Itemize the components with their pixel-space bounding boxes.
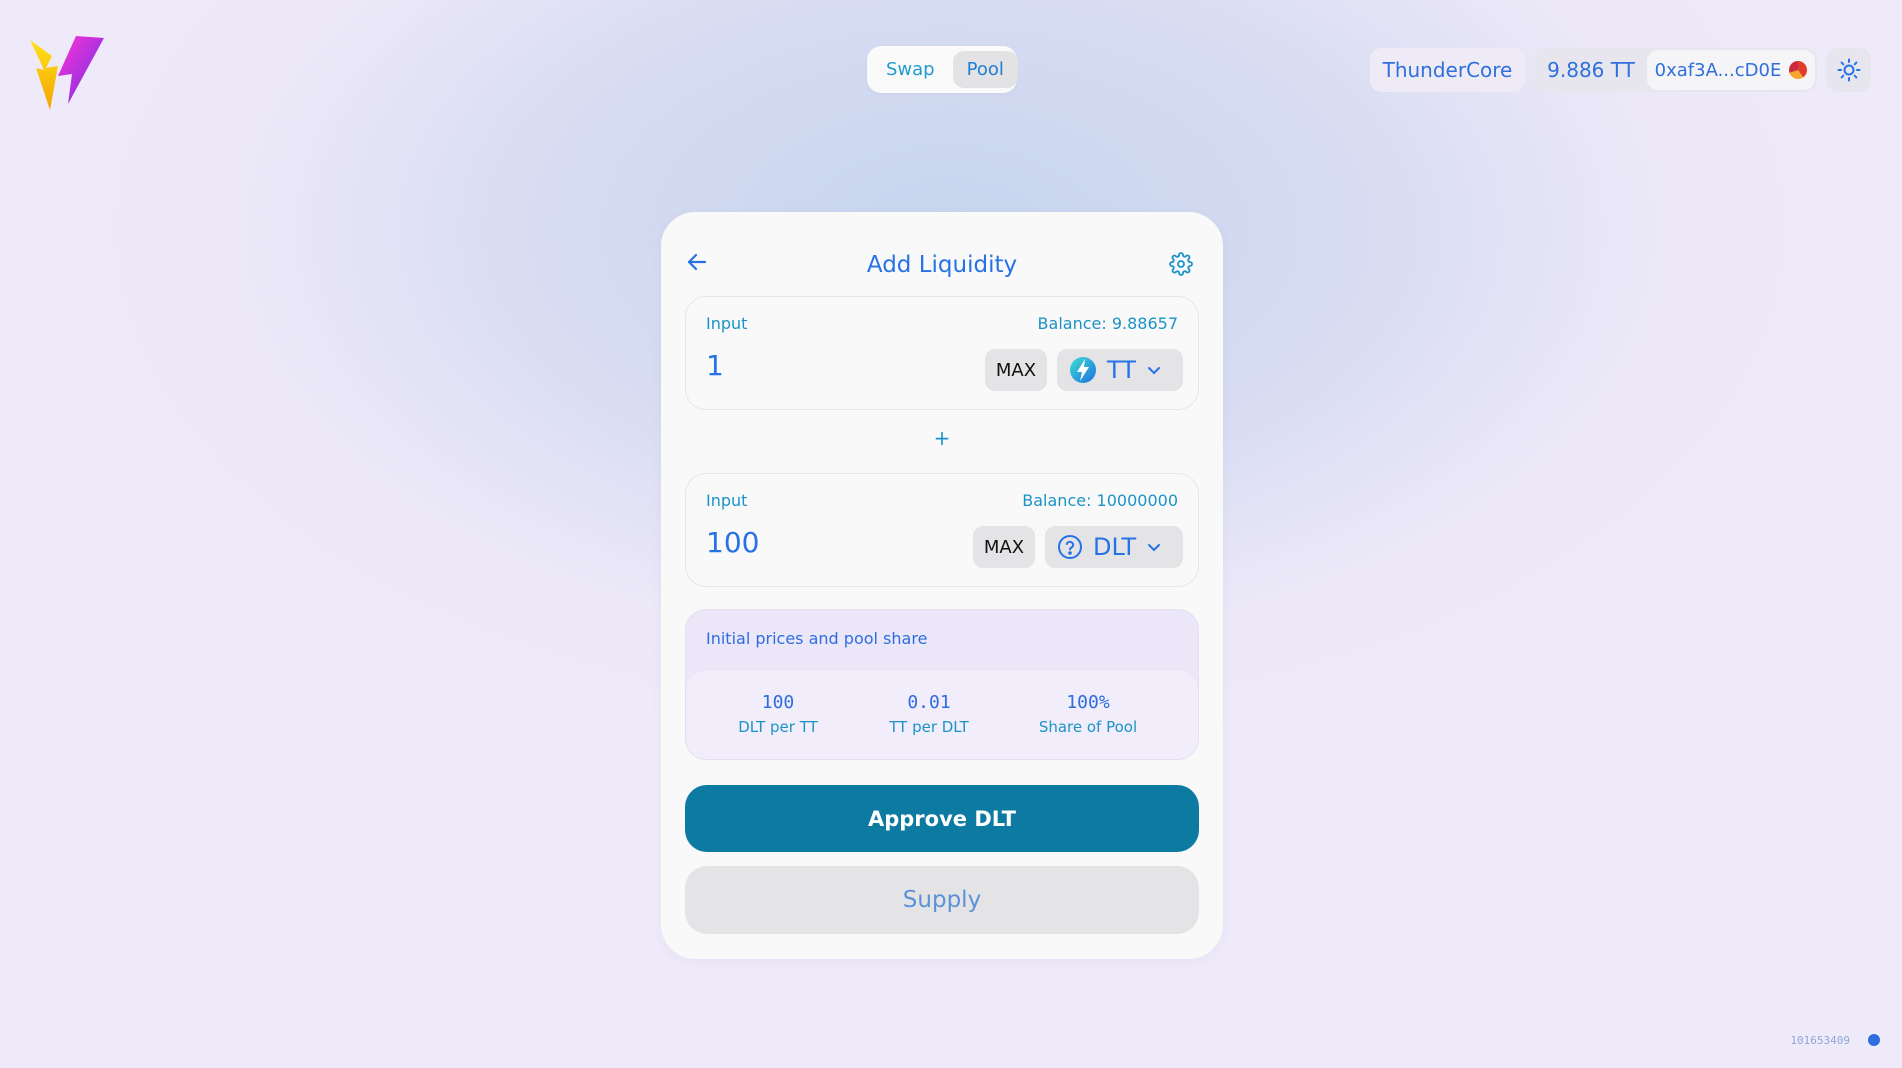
price-value: 100 [761, 692, 795, 713]
approve-button[interactable]: Approve DLT [685, 785, 1199, 852]
sun-icon [1837, 58, 1860, 82]
input-panel-a: Input Balance: 9.88657 MAX TT [685, 296, 1199, 410]
thundercore-icon [1070, 357, 1096, 383]
max-button[interactable]: MAX [985, 349, 1047, 391]
settings-button[interactable] [1169, 252, 1193, 280]
wallet-address: 0xaf3A...cD0E [1654, 59, 1782, 81]
wallet-address-button[interactable]: 0xaf3A...cD0E [1647, 50, 1815, 90]
lightning-logo-icon [30, 36, 104, 110]
price-label: Share of Pool [1038, 718, 1138, 736]
token-symbol: DLT [1093, 533, 1137, 561]
token-symbol: TT [1107, 356, 1136, 384]
token-select-dlt[interactable]: DLT [1045, 526, 1183, 568]
chevron-down-icon [1147, 367, 1160, 375]
gear-icon [1169, 252, 1193, 276]
chevron-down-icon [1148, 544, 1161, 552]
input-panel-b: Input Balance: 10000000 MAX DLT [685, 473, 1199, 587]
account-widget[interactable]: 9.886 TT 0xaf3A...cD0E [1535, 48, 1817, 92]
price-item: 100 DLT per TT [698, 692, 858, 736]
question-circle-icon [1058, 535, 1082, 559]
price-value: 100% [1066, 692, 1110, 713]
plus-separator: + [933, 426, 951, 450]
price-label: TT per DLT [889, 718, 969, 736]
price-item: 100% Share of Pool [1008, 692, 1168, 736]
tab-swap[interactable]: Swap [872, 51, 949, 88]
prices-values: 100 DLT per TT 0.01 TT per DLT 100% Shar… [686, 669, 1198, 759]
balance-label: Balance: 9.88657 [1037, 314, 1178, 333]
nav-tabs: Swap Pool [867, 46, 1018, 93]
card-header: Add Liquidity [661, 240, 1223, 290]
pool-share-panel: Initial prices and pool share 100 DLT pe… [685, 609, 1199, 760]
price-value: 0.01 [907, 692, 951, 713]
price-label: DLT per TT [738, 718, 818, 736]
theme-toggle-button[interactable] [1826, 48, 1871, 92]
app-logo[interactable] [28, 34, 108, 112]
block-number: 101653409 [1790, 1034, 1850, 1047]
avatar [1789, 61, 1808, 79]
amount-input-b[interactable] [706, 526, 956, 559]
balance-label: Balance: 10000000 [1022, 491, 1178, 510]
prices-title: Initial prices and pool share [706, 629, 928, 648]
price-item: 0.01 TT per DLT [849, 692, 1009, 736]
supply-button[interactable]: Supply [685, 866, 1199, 934]
input-label: Input [706, 491, 748, 510]
add-liquidity-card: Add Liquidity Input Balance: 9.88657 MAX [661, 212, 1223, 959]
input-label: Input [706, 314, 748, 333]
max-button[interactable]: MAX [973, 526, 1035, 568]
page-title: Add Liquidity [866, 252, 1018, 278]
token-select-tt[interactable]: TT [1057, 349, 1183, 391]
tab-pool[interactable]: Pool [952, 51, 1018, 88]
wallet-balance: 9.886 TT [1547, 58, 1635, 82]
status-dot [1868, 1034, 1880, 1046]
network-selector[interactable]: ThunderCore [1370, 48, 1525, 92]
amount-input-a[interactable] [706, 349, 956, 382]
